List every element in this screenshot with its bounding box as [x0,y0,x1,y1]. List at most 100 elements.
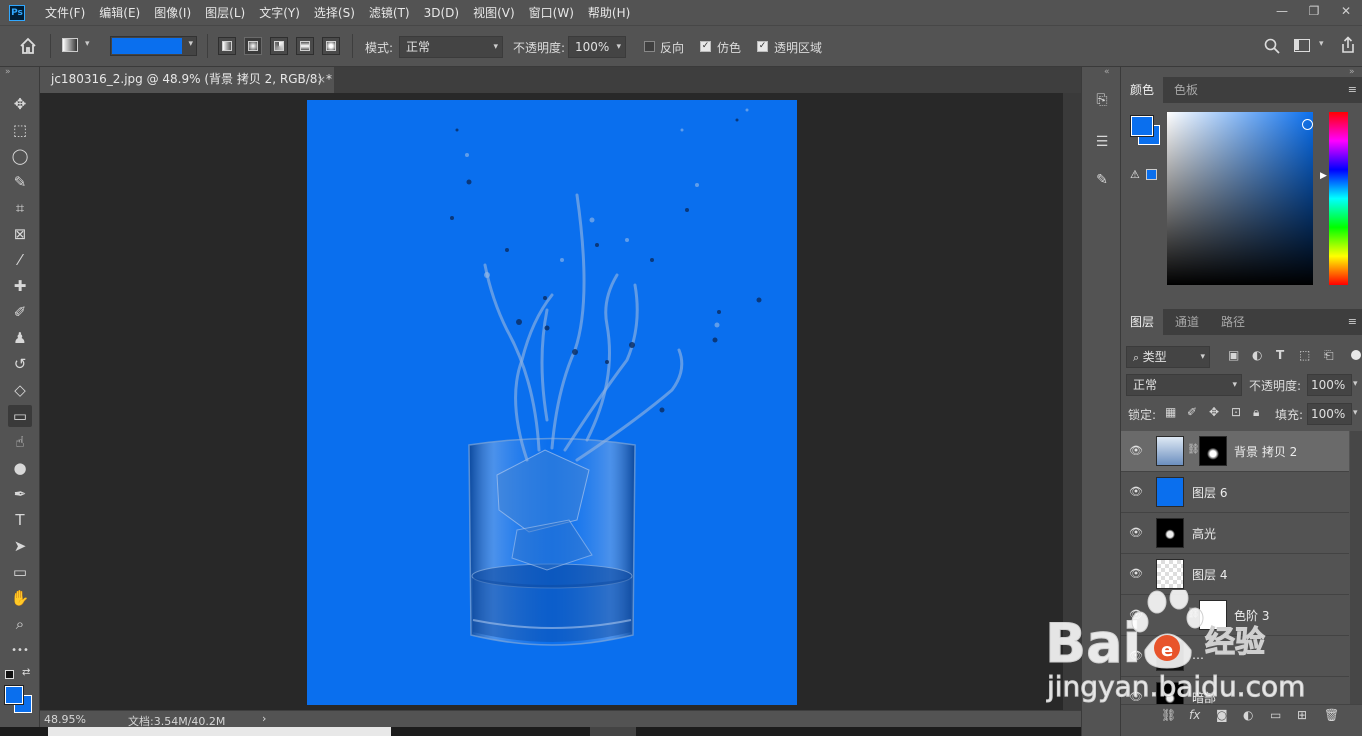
menu-edit[interactable]: 编辑(E) [99,4,140,21]
type-tool[interactable]: T [8,509,32,531]
gradient-color-picker[interactable]: ▾ [110,36,197,56]
collapse-arrows-icon[interactable]: « [1104,67,1110,77]
color-fg-swatch[interactable] [1130,115,1154,137]
diamond-gradient-button[interactable] [322,37,340,55]
history-brush-tool[interactable]: ↺ [8,353,32,375]
brush-settings-panel-icon[interactable]: ✎ [1091,169,1113,191]
default-colors-icon[interactable] [5,670,14,679]
document-canvas[interactable] [307,100,797,705]
lock-all-icon[interactable]: 🔒︎ [1253,405,1259,420]
layer-name[interactable]: 背景 拷贝 2 [1234,443,1297,460]
more-tools[interactable]: ••• [8,639,32,661]
reflected-gradient-button[interactable] [296,37,314,55]
layer-name[interactable]: 图层 4 [1192,566,1227,583]
tab-swatches[interactable]: 色板 [1165,77,1207,103]
menu-type[interactable]: 文字(Y) [259,4,300,21]
mode-dropdown[interactable]: 正常 ▾ [399,36,503,58]
filter-type-icon[interactable]: T [1276,348,1284,362]
history-panel-icon[interactable]: ⎘ [1091,89,1113,111]
menu-select[interactable]: 选择(S) [314,4,355,21]
filter-toggle[interactable] [1351,350,1361,360]
lock-artboard-icon[interactable]: ⊡ [1231,405,1241,419]
tab-channels[interactable]: 通道 [1166,309,1208,335]
layer-row[interactable]: 👁︎ 高光 [1121,513,1349,554]
tab-layers[interactable]: 图层 [1121,309,1164,335]
healing-tool[interactable]: ✚ [8,275,32,297]
visibility-eye-icon[interactable]: 👁︎ [1129,444,1143,458]
collapse-arrows-icon[interactable]: » [5,67,11,77]
menu-3d[interactable]: 3D(D) [424,6,459,20]
layer-opacity-field[interactable]: 100% [1307,374,1352,396]
fill-field[interactable]: 100% [1307,403,1352,425]
reverse-checkbox[interactable] [644,41,655,52]
layer-row[interactable]: 👁︎ 图层 4 [1121,554,1349,595]
gradient-tool[interactable]: ▭ [8,405,32,427]
status-menu-arrow[interactable]: › [262,712,266,725]
filter-smartobject-icon[interactable]: ⎗ [1324,348,1334,363]
panel-menu-icon[interactable]: ≡ [1348,83,1357,96]
visibility-eye-icon[interactable]: 👁︎ [1129,485,1143,499]
chevron-down-icon[interactable]: ▾ [1353,408,1358,418]
marquee-tool[interactable]: ⬚ [8,119,32,141]
path-select-tool[interactable]: ➤ [8,535,32,557]
adjustments-panel-icon[interactable]: ☰ [1091,131,1113,153]
color-field-picker[interactable] [1302,119,1313,130]
swap-colors-icon[interactable]: ⇄ [22,667,30,678]
rectangle-tool[interactable]: ▭ [8,561,32,583]
layer-row[interactable]: 👁︎ 图层 6 [1121,472,1349,513]
layer-name[interactable]: 高光 [1192,525,1216,542]
menu-file[interactable]: 文件(F) [45,4,85,21]
gamut-warning-icon[interactable]: ⚠ [1130,168,1140,181]
adjustment-icon[interactable]: ◐ [1243,708,1253,722]
tab-color[interactable]: 颜色 [1121,77,1164,103]
dither-checkbox[interactable]: ✓ [700,41,711,52]
menu-view[interactable]: 视图(V) [473,4,515,21]
workspace-icon[interactable] [1294,39,1310,52]
chevron-down-icon[interactable]: ▾ [1319,39,1324,49]
gradient-tool-preset-icon[interactable] [62,38,78,52]
close-button[interactable]: ✕ [1330,0,1362,22]
menu-image[interactable]: 图像(I) [154,4,191,21]
canvas-area[interactable] [40,93,1063,710]
lasso-tool[interactable]: ◯ [8,145,32,167]
fx-icon[interactable]: fx [1189,708,1200,722]
collapse-arrows-icon[interactable]: » [1349,67,1355,77]
mask-link-icon[interactable]: ⛓ [1187,444,1200,455]
quick-select-tool[interactable]: ✎ [8,171,32,193]
lock-position-icon[interactable]: ✥ [1209,405,1219,419]
brush-tool[interactable]: ✐ [8,301,32,323]
hue-slider[interactable] [1329,112,1348,285]
eyedropper-tool[interactable]: ⁄ [8,249,32,271]
smudge-tool[interactable]: ☝ [8,431,32,453]
hand-tool[interactable]: ✋ [8,587,32,609]
new-layer-icon[interactable]: ⊞ [1297,708,1307,722]
radial-gradient-button[interactable] [244,37,262,55]
link-icon[interactable]: ⛓ [1161,708,1176,722]
pen-tool[interactable]: ✒ [8,483,32,505]
close-tab-icon[interactable]: × [317,67,326,92]
hue-slider-thumb[interactable]: ▶ [1320,171,1327,181]
restore-button[interactable]: ❐ [1298,0,1330,22]
frame-tool[interactable]: ⊠ [8,223,32,245]
zoom-level[interactable]: 48.95% [44,713,86,726]
layers-scrollbar[interactable] [1350,431,1362,704]
menu-layer[interactable]: 图层(L) [205,4,245,21]
web-safe-swatch[interactable] [1146,169,1157,180]
menu-filter[interactable]: 滤镜(T) [369,4,410,21]
minimize-button[interactable]: — [1266,0,1298,22]
zoom-tool[interactable]: ⌕ [8,613,32,635]
group-icon[interactable]: ▭ [1270,708,1281,722]
visibility-eye-icon[interactable]: 👁︎ [1129,567,1143,581]
filter-adjustment-icon[interactable]: ◐ [1252,348,1262,362]
layer-filter-dropdown[interactable]: ⌕ 类型 ▾ [1126,346,1210,368]
visibility-eye-icon[interactable]: 👁︎ [1129,526,1143,540]
blend-mode-dropdown[interactable]: 正常 ▾ [1126,374,1242,396]
filter-pixel-icon[interactable]: ▣ [1228,348,1239,362]
lock-pixels-icon[interactable]: ✐ [1187,405,1197,419]
panel-menu-icon[interactable]: ≡ [1348,315,1357,328]
layer-mask-thumbnail[interactable] [1199,436,1227,466]
opacity-field[interactable]: 100% ▾ [568,36,626,58]
mask-icon[interactable]: ◙ [1216,708,1228,722]
layer-row[interactable]: 👁︎ ⛓ 背景 拷贝 2 [1121,431,1349,472]
chevron-down-icon[interactable]: ▾ [85,39,90,49]
